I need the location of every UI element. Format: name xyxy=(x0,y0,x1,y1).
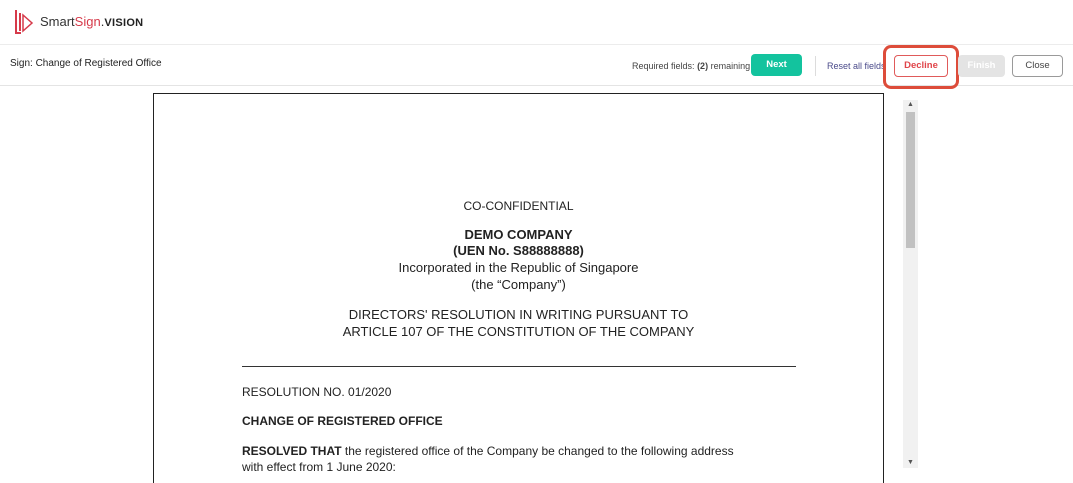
smartsign-logo-icon xyxy=(15,10,34,34)
document-viewer[interactable]: CO-CONFIDENTIAL DEMO COMPANY (UEN No. S8… xyxy=(0,86,1073,483)
signing-toolbar: Sign: Change of Registered Office Requir… xyxy=(0,45,1073,89)
resolved-bold: RESOLVED THAT xyxy=(242,444,342,458)
confidential-label: CO-CONFIDENTIAL xyxy=(463,199,574,213)
document-page: CO-CONFIDENTIAL DEMO COMPANY (UEN No. S8… xyxy=(153,93,884,483)
brand-part-4: VISION xyxy=(104,17,144,29)
resolution-heading-line-1: DIRECTORS' RESOLUTION IN WRITING PURSUAN… xyxy=(348,307,689,322)
close-button[interactable]: Close xyxy=(1012,55,1063,77)
decline-highlight-box xyxy=(883,45,959,89)
brand-name: SmartSign.VISION xyxy=(40,14,143,29)
company-alias: (the “Company”) xyxy=(471,277,566,292)
top-bar: SmartSign.VISION xyxy=(0,0,1073,45)
document-title: Sign: Change of Registered Office xyxy=(10,58,162,69)
resolution-paragraph-line-2: with effect from 1 June 2020: xyxy=(242,460,396,474)
brand-part-1: Smart xyxy=(40,14,75,29)
required-suffix: remaining xyxy=(710,61,751,71)
resolved-text: the registered office of the Company be … xyxy=(341,444,734,458)
company-name: DEMO COMPANY xyxy=(464,227,573,242)
resolution-paragraph: RESOLVED THAT the registered office of t… xyxy=(242,444,734,458)
heading-divider xyxy=(242,366,796,367)
vertical-scrollbar[interactable]: ▲ ▼ xyxy=(903,100,918,468)
incorporation-line: Incorporated in the Republic of Singapor… xyxy=(398,260,639,275)
section-title: CHANGE OF REGISTERED OFFICE xyxy=(242,414,443,428)
brand-part-2: Sign xyxy=(74,14,101,29)
next-button[interactable]: Next xyxy=(751,54,802,76)
resolution-number: RESOLUTION NO. 01/2020 xyxy=(242,385,392,399)
scrollbar-thumb[interactable] xyxy=(906,112,915,248)
scroll-up-icon[interactable]: ▲ xyxy=(903,100,918,110)
toolbar-divider xyxy=(815,56,816,76)
required-count: (2) xyxy=(697,61,709,71)
required-prefix: Required fields: xyxy=(632,61,695,71)
scroll-down-icon[interactable]: ▼ xyxy=(903,458,918,468)
company-uen: (UEN No. S88888888) xyxy=(453,243,584,258)
reset-all-fields-link[interactable]: Reset all fields xyxy=(827,61,886,71)
resolution-heading-line-2: ARTICLE 107 OF THE CONSTITUTION OF THE C… xyxy=(342,324,695,339)
finish-button[interactable]: Finish xyxy=(958,55,1005,77)
required-fields-status: Required fields: (2) remaining xyxy=(632,61,750,71)
